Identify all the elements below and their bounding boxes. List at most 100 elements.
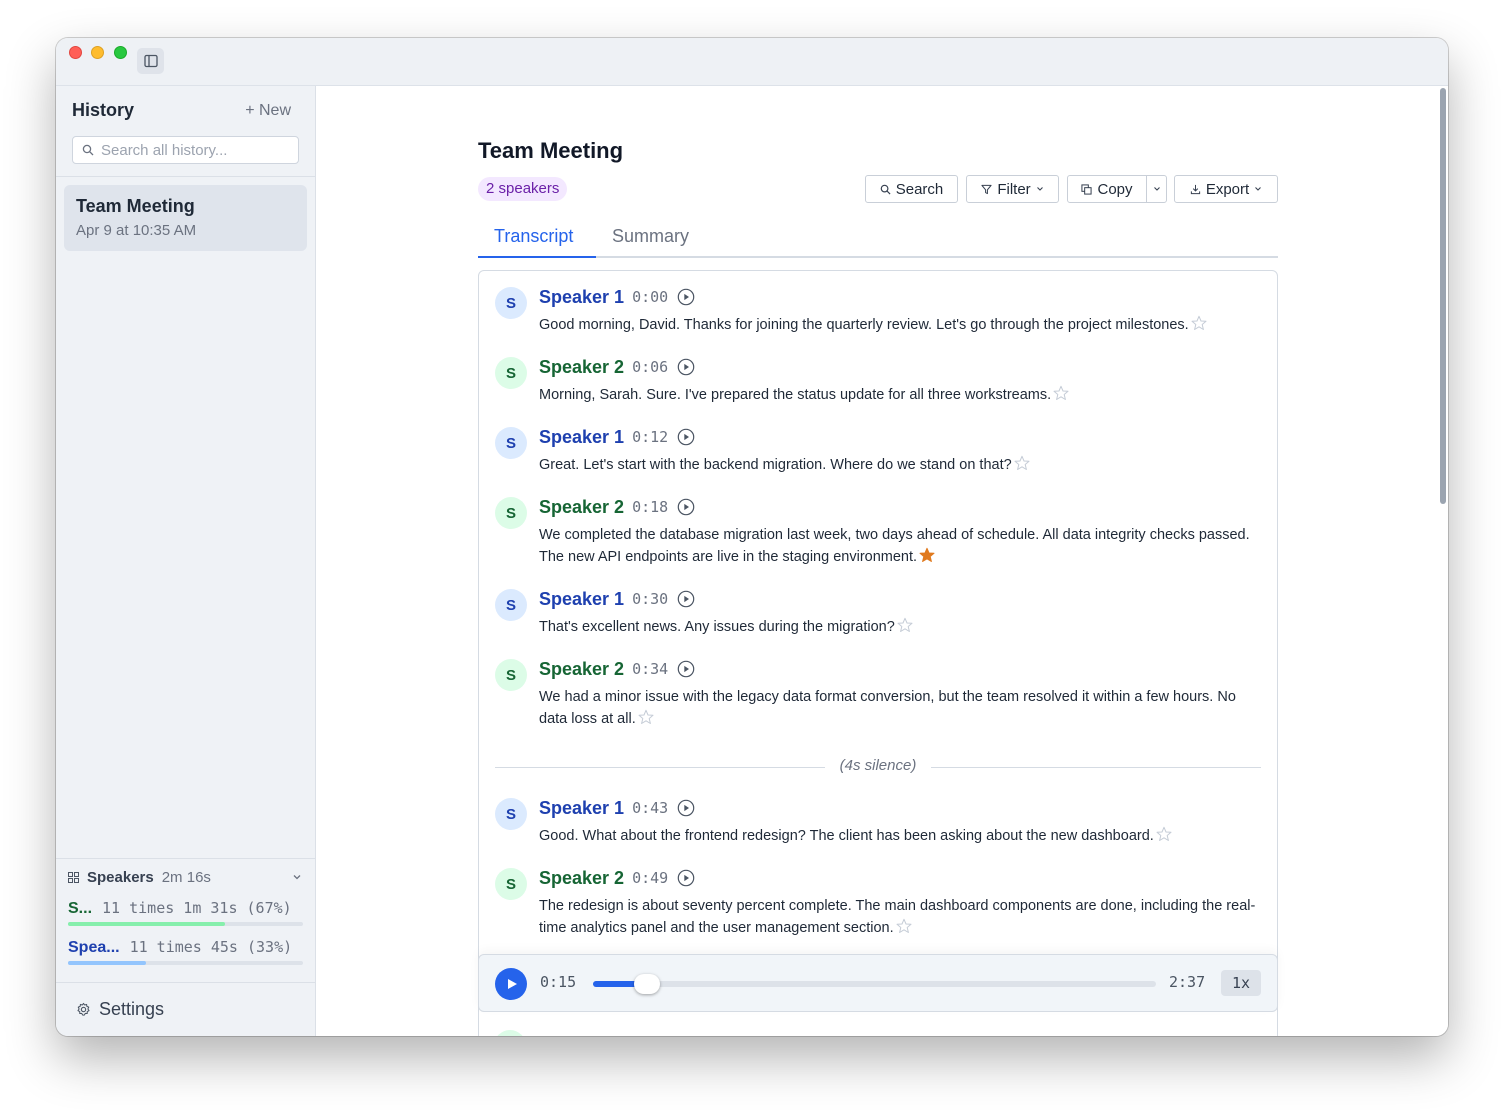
play-circle-icon[interactable] (677, 428, 695, 446)
speakers-panel: Speakers 2m 16s S... 11 times 1m 31s (67%… (56, 858, 315, 982)
timestamp[interactable]: 0:34 (632, 660, 668, 678)
tab-summary[interactable]: Summary (612, 226, 689, 247)
speaker-share-fill (68, 922, 226, 926)
speaker-name[interactable]: Speaker 1 (539, 798, 624, 819)
star-icon[interactable] (1191, 315, 1207, 331)
copy-button[interactable]: Copy (1067, 175, 1147, 203)
main-content: Team Meeting 2 speakers Search Filter Co… (317, 86, 1448, 1036)
speaker-share-fill (68, 961, 146, 965)
avatar: S (495, 287, 527, 319)
silence-marker: (4s silence) (495, 757, 1261, 777)
utterance-text: Good. What about the frontend redesign? … (539, 825, 1265, 847)
total-time: 2:37 (1169, 973, 1206, 991)
play-circle-icon[interactable] (677, 358, 695, 376)
utterance-header: Speaker 2 0:06 (539, 355, 695, 379)
copy-button-label: Copy (1097, 180, 1133, 198)
speaker-stat-row[interactable]: Spea... 11 times 45s (33%) (68, 938, 304, 965)
star-icon[interactable] (638, 709, 654, 725)
timestamp[interactable]: 0:30 (632, 590, 668, 608)
utterance-header: Speaker 2 0:18 (539, 495, 695, 519)
export-button-label: Export (1205, 180, 1250, 198)
utterance-text: We had a minor issue with the legacy dat… (539, 686, 1265, 730)
close-window-button[interactable] (69, 46, 82, 59)
silence-label-text: (4s silence) (831, 757, 925, 774)
history-item-date: Apr 9 at 10:35 AM (76, 222, 197, 239)
new-button[interactable]: + New (245, 102, 291, 120)
play-circle-icon[interactable] (677, 288, 695, 306)
star-icon[interactable] (897, 617, 913, 633)
avatar: S (495, 868, 527, 900)
sidebar-header: History + New (72, 100, 299, 124)
avatar: S (495, 798, 527, 830)
speaker-share-bar (68, 922, 303, 926)
speaker-share-bar (68, 961, 303, 965)
transcript-panel: S Speaker 1 0:00 Good morning, David. Thank… (478, 270, 1278, 1036)
timestamp[interactable]: 0:06 (632, 358, 668, 376)
sidebar-toggle-icon (143, 54, 158, 68)
settings-button[interactable]: Settings (56, 982, 315, 1036)
speakers-panel-header[interactable]: Speakers 2m 16s (68, 867, 304, 887)
play-circle-icon[interactable] (677, 869, 695, 887)
speaker-name[interactable]: Speaker 1 (539, 427, 624, 448)
filter-button[interactable]: Filter (966, 175, 1059, 203)
utterance-text-content: Great. Let's start with the backend migr… (539, 457, 1012, 473)
silence-label: (4s silence) (495, 757, 1261, 774)
main-scrollbar[interactable] (1440, 88, 1446, 504)
export-button[interactable]: Export (1174, 175, 1278, 203)
timestamp[interactable]: 0:12 (632, 428, 668, 446)
active-tab-indicator (478, 256, 596, 258)
utterance-text: Great. Let's start with the backend migr… (539, 454, 1265, 476)
speaker-name[interactable]: Speaker 2 (539, 868, 624, 889)
utterance-text: Morning, Sarah. Sure. I've prepared the … (539, 384, 1265, 406)
play-circle-icon[interactable] (677, 498, 695, 516)
current-time: 0:15 (540, 973, 577, 991)
speakers-panel-label: Speakers (87, 868, 154, 886)
play-circle-icon[interactable] (677, 590, 695, 608)
star-icon[interactable] (1156, 826, 1172, 842)
utterance-header: Speaker 2 0:49 (539, 866, 695, 890)
speaker-stat-name: Spea... (68, 939, 120, 956)
zoom-window-button[interactable] (114, 46, 127, 59)
speakers-grid-icon (68, 871, 79, 883)
tab-bar: Transcript Summary (478, 214, 1278, 258)
seek-slider[interactable] (593, 974, 1156, 994)
speaker-name[interactable]: Speaker 2 (539, 357, 624, 378)
sidebar-toggle-button[interactable] (137, 48, 164, 74)
star-icon[interactable] (1014, 455, 1030, 471)
utterance-text: Good morning, David. Thanks for joining … (539, 314, 1265, 336)
playback-speed-button[interactable]: 1x (1221, 970, 1261, 996)
filter-button-label: Filter (997, 180, 1031, 198)
speaker-stat-row[interactable]: S... 11 times 1m 31s (67%) (68, 899, 304, 926)
search-button[interactable]: Search (865, 175, 958, 203)
timestamp[interactable]: 0:00 (632, 288, 668, 306)
tab-transcript[interactable]: Transcript (494, 226, 573, 247)
speaker-name[interactable]: Speaker 2 (539, 497, 624, 518)
search-icon (880, 184, 891, 195)
history-search-input[interactable] (101, 141, 291, 159)
seek-handle[interactable] (634, 974, 661, 994)
play-button[interactable] (495, 968, 527, 1000)
filter-icon (981, 184, 992, 194)
history-item[interactable]: Team Meeting Apr 9 at 10:35 AM (64, 185, 307, 251)
history-search (72, 136, 299, 164)
play-circle-icon[interactable] (677, 799, 695, 817)
star-icon[interactable] (1053, 385, 1069, 401)
play-circle-icon[interactable] (677, 660, 695, 678)
utterance-text-content: We completed the database migration last… (539, 527, 1250, 565)
utterance-text-content: Morning, Sarah. Sure. I've prepared the … (539, 387, 1052, 403)
speaker-name[interactable]: Speaker 2 (539, 659, 624, 680)
timestamp[interactable]: 0:49 (632, 869, 668, 887)
copy-options-button[interactable] (1146, 175, 1167, 203)
star-icon[interactable] (896, 918, 912, 934)
history-title: History (72, 100, 135, 120)
avatar: S (495, 589, 527, 621)
chevron-down-icon[interactable] (292, 872, 302, 882)
speaker-name[interactable]: Speaker 1 (539, 589, 624, 610)
minimize-window-button[interactable] (91, 46, 104, 59)
timestamp[interactable]: 0:43 (632, 799, 668, 817)
speaker-name[interactable]: Speaker 1 (539, 287, 624, 308)
star-icon[interactable] (919, 547, 935, 563)
copy-icon (1081, 183, 1093, 195)
timestamp[interactable]: 0:18 (632, 498, 668, 516)
title-bar (56, 38, 1448, 86)
